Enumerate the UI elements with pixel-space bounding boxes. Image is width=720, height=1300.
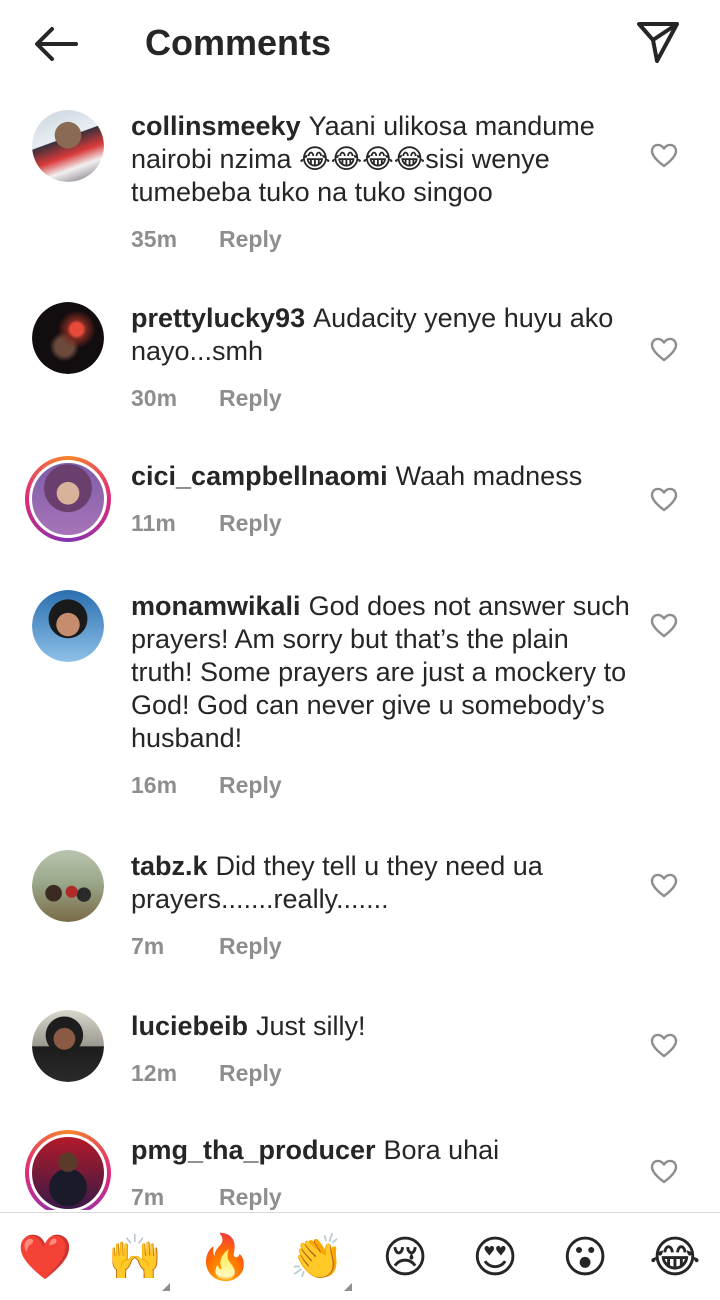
quick-reaction-bar: ❤️ 🙌 🔥 👏 😢 😍 😮 😂 xyxy=(0,1212,720,1300)
top-bar: Comments xyxy=(0,0,720,88)
comment-text: Just silly! xyxy=(256,1011,366,1041)
reply-button[interactable]: Reply xyxy=(219,507,282,540)
comment-text: Bora uhai xyxy=(383,1135,500,1165)
skin-tone-indicator xyxy=(162,1283,170,1291)
comment-time: 30m xyxy=(131,385,178,411)
fire-icon[interactable]: 🔥 xyxy=(196,1229,254,1287)
red-heart-icon[interactable]: ❤️ xyxy=(16,1229,74,1287)
comment-username[interactable]: luciebeib xyxy=(131,1011,248,1041)
comment-time: 12m xyxy=(131,1060,178,1086)
heart-outline-icon[interactable] xyxy=(650,872,678,898)
arrow-left-icon xyxy=(35,27,78,61)
avatar-with-story-ring[interactable] xyxy=(25,1130,111,1210)
comment-time: 11m xyxy=(131,510,176,536)
heart-outline-icon[interactable] xyxy=(650,1158,678,1184)
reply-button[interactable]: Reply xyxy=(219,930,282,963)
heart-outline-icon[interactable] xyxy=(650,1032,678,1058)
comment-username[interactable]: tabz.k xyxy=(131,851,208,881)
comment-list[interactable]: collinsmeeky Yaani ulikosa mandume nairob… xyxy=(0,88,720,1210)
surprised-face-icon[interactable]: 😮 xyxy=(556,1229,614,1287)
comment-time: 7m xyxy=(131,1184,165,1210)
avatar-with-story-ring[interactable] xyxy=(25,456,111,542)
heart-outline-icon[interactable] xyxy=(650,336,678,362)
avatar[interactable] xyxy=(32,302,104,374)
clapping-hands-icon[interactable]: 👏 xyxy=(288,1229,352,1291)
skin-tone-indicator xyxy=(344,1283,352,1291)
comment-username[interactable]: cici_campbellnaomi xyxy=(131,461,388,491)
avatar[interactable] xyxy=(32,1010,104,1082)
comment-text: Waah madness xyxy=(395,461,583,491)
avatar[interactable] xyxy=(32,590,104,662)
comment-username[interactable]: monamwikali xyxy=(131,591,301,621)
reply-button[interactable]: Reply xyxy=(219,223,282,256)
heart-outline-icon[interactable] xyxy=(650,486,678,512)
back-button[interactable] xyxy=(28,20,84,68)
avatar[interactable] xyxy=(32,850,104,922)
heart-outline-icon[interactable] xyxy=(650,142,678,168)
crying-face-icon[interactable]: 😢 xyxy=(376,1229,434,1287)
avatar[interactable] xyxy=(32,110,104,182)
reply-button[interactable]: Reply xyxy=(219,769,282,802)
share-button[interactable] xyxy=(630,16,686,68)
comment-username[interactable]: prettylucky93 xyxy=(131,303,305,333)
heart-eyes-icon[interactable]: 😍 xyxy=(466,1229,524,1287)
reply-button[interactable]: Reply xyxy=(219,382,282,415)
comment-time: 7m xyxy=(131,933,165,959)
tears-of-joy-icon[interactable]: 😂 xyxy=(646,1229,704,1287)
page-title: Comments xyxy=(145,22,332,63)
comment-time: 16m xyxy=(131,772,178,798)
comment-username[interactable]: collinsmeeky xyxy=(131,111,301,141)
reply-button[interactable]: Reply xyxy=(219,1181,282,1210)
paper-plane-icon xyxy=(637,22,679,63)
comment-username[interactable]: pmg_tha_producer xyxy=(131,1135,376,1165)
comment-time: 35m xyxy=(131,226,178,252)
reply-button[interactable]: Reply xyxy=(219,1057,282,1090)
raising-hands-icon[interactable]: 🙌 xyxy=(106,1229,170,1291)
heart-outline-icon[interactable] xyxy=(650,612,678,638)
